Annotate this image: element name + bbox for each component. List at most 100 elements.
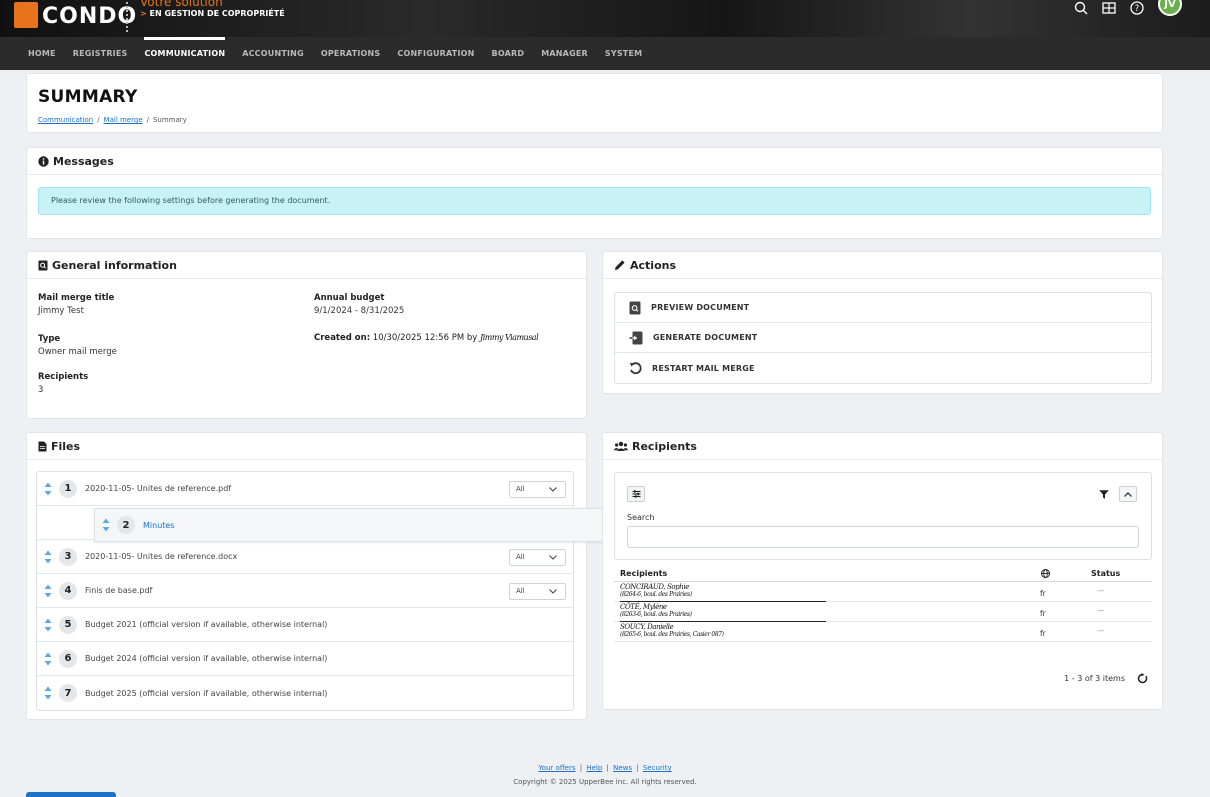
footer-link-offers[interactable]: Your offers bbox=[538, 764, 575, 772]
mail-merge-title-value: Jimmy Test bbox=[38, 306, 84, 316]
refresh-icon[interactable] bbox=[1137, 673, 1148, 684]
file-row[interactable]: 1 2020-11-05- Unites de reference.pdf Al… bbox=[37, 472, 573, 506]
app-logo[interactable]: CONDO bbox=[14, 0, 137, 29]
recipient-name: SOUCY, Danielle (8265-6, boul. des Prairi… bbox=[620, 623, 724, 638]
file-recipient-select[interactable]: All bbox=[509, 481, 566, 498]
file-name: Budget 2025 (official version if availab… bbox=[85, 688, 328, 698]
copyright: Copyright © 2025 UpperBee inc. All right… bbox=[513, 778, 697, 786]
breadcrumb: Communication / Mail merge / Summary bbox=[38, 116, 187, 124]
recipients-card: Recipients Search Recipients Status CONC… bbox=[602, 432, 1163, 710]
file-order-badge: 3 bbox=[59, 547, 77, 566]
recipients-block: Recipients 3 bbox=[38, 372, 88, 395]
globe-icon[interactable] bbox=[1041, 569, 1050, 578]
recipient-language: fr bbox=[1040, 629, 1046, 638]
file-order-badge: 7 bbox=[59, 684, 77, 702]
files-header: Files bbox=[27, 433, 586, 460]
chevron-down-icon bbox=[549, 589, 557, 594]
recipient-name: CONCIRAUD, Sophie (8264-6, boul. des Prai… bbox=[620, 583, 692, 598]
reorder-arrows-icon[interactable] bbox=[43, 652, 53, 666]
pencil-icon bbox=[615, 260, 625, 270]
type-value: Owner mail merge bbox=[38, 347, 117, 357]
nav-accounting[interactable]: ACCOUNTING bbox=[242, 37, 304, 70]
restart-icon bbox=[629, 361, 642, 374]
tagline: Votre solution > EN GESTION DE COPROPRIÉ… bbox=[140, 0, 285, 19]
footer-link-security[interactable]: Security bbox=[643, 764, 672, 772]
mail-merge-title-block: Mail merge title Jimmy Test bbox=[38, 293, 114, 316]
file-icon bbox=[38, 441, 47, 451]
bottom-corner-button[interactable] bbox=[26, 792, 116, 797]
files-list: 1 2020-11-05- Unites de reference.pdf Al… bbox=[36, 471, 574, 711]
footer: Your offers | Help | News | Security Cop… bbox=[0, 764, 1210, 786]
nav-configuration[interactable]: CONFIGURATION bbox=[397, 37, 474, 70]
footer-link-news[interactable]: News bbox=[613, 764, 632, 772]
filter-button[interactable] bbox=[1095, 486, 1113, 502]
collapse-filter-button[interactable] bbox=[1119, 486, 1137, 502]
search-icon[interactable] bbox=[1074, 1, 1088, 15]
logo-separator bbox=[126, 2, 128, 32]
file-recipient-select[interactable]: All bbox=[509, 549, 566, 566]
annual-budget-block: Annual budget 9/1/2024 - 8/31/2025 bbox=[314, 293, 404, 316]
file-name: 2020-11-05- Unites de reference.pdf bbox=[85, 484, 232, 493]
col-status[interactable]: Status bbox=[1091, 569, 1120, 578]
column-settings-button[interactable] bbox=[627, 486, 645, 502]
general-info-header: General information bbox=[27, 252, 586, 279]
preview-document-button[interactable]: PREVIEW DOCUMENT bbox=[615, 293, 1151, 323]
reorder-arrows-icon[interactable] bbox=[43, 550, 53, 564]
top-banner: CONDO Votre solution > EN GESTION DE COP… bbox=[0, 0, 1210, 37]
table-row[interactable]: SOUCY, Danielle (8265-6, boul. des Prairi… bbox=[614, 622, 1152, 642]
general-info-card: General information Mail merge title Jim… bbox=[26, 251, 587, 419]
chevron-down-icon bbox=[549, 487, 557, 492]
created-on-label: Created on: bbox=[314, 333, 371, 343]
help-icon[interactable]: ? bbox=[1130, 1, 1144, 15]
file-row[interactable]: 6 Budget 2024 (official version if avail… bbox=[37, 642, 573, 676]
file-row[interactable]: 7 Budget 2025 (official version if avail… bbox=[37, 676, 573, 710]
breadcrumb-mail-merge[interactable]: Mail merge bbox=[104, 116, 143, 124]
actions-header: Actions bbox=[603, 252, 1162, 279]
table-row[interactable]: CÔTÉ, Mylène (8263-6, boul. des Prairies)… bbox=[614, 602, 1152, 622]
nav-communication[interactable]: COMMUNICATION bbox=[144, 37, 225, 70]
created-on-block: Created on: 10/30/2025 12:56 PM by Jimmy… bbox=[314, 333, 539, 343]
type-label: Type bbox=[38, 334, 61, 344]
file-name: Budget 2024 (official version if availab… bbox=[85, 654, 328, 663]
recipients-table: Recipients Status CONCIRAUD, Sophie (8264… bbox=[614, 565, 1152, 642]
breadcrumb-current: Summary bbox=[152, 116, 187, 124]
col-recipients[interactable]: Recipients bbox=[620, 569, 667, 578]
recipients-header: Recipients bbox=[603, 433, 1162, 460]
nav-manager[interactable]: MANAGER bbox=[541, 37, 588, 70]
chevron-down-icon bbox=[549, 555, 557, 560]
file-row[interactable]: 3 2020-11-05- Unites de reference.docx A… bbox=[37, 540, 573, 574]
reorder-arrows-icon[interactable] bbox=[101, 518, 111, 532]
reorder-arrows-icon[interactable] bbox=[43, 482, 53, 496]
footer-links: Your offers | Help | News | Security bbox=[538, 764, 672, 772]
actions-card: Actions PREVIEW DOCUMENT GENERATE DOCUME… bbox=[602, 251, 1163, 394]
nav-registries[interactable]: REGISTRIES bbox=[73, 37, 128, 70]
nav-operations[interactable]: OPERATIONS bbox=[321, 37, 381, 70]
nav-home[interactable]: HOME bbox=[28, 37, 56, 70]
table-row[interactable]: CONCIRAUD, Sophie (8264-6, boul. des Prai… bbox=[614, 582, 1152, 602]
messages-header: Messages bbox=[27, 148, 1162, 175]
pager: 1 - 3 of 3 items bbox=[1064, 673, 1148, 684]
restart-mail-merge-button[interactable]: RESTART MAIL MERGE bbox=[615, 353, 1151, 383]
nav-board[interactable]: BOARD bbox=[492, 37, 525, 70]
file-row[interactable]: 4 Finis de base.pdf All bbox=[37, 574, 573, 608]
file-order-badge: 6 bbox=[59, 649, 77, 668]
dragging-file-row[interactable]: 2 Minutes bbox=[94, 508, 618, 542]
reorder-arrows-icon[interactable] bbox=[43, 686, 53, 700]
reorder-arrows-icon[interactable] bbox=[43, 618, 53, 632]
nav-system[interactable]: SYSTEM bbox=[605, 37, 642, 70]
footer-link-help[interactable]: Help bbox=[586, 764, 602, 772]
page-title: SUMMARY bbox=[38, 87, 138, 107]
recipients-search-input[interactable] bbox=[627, 526, 1139, 548]
recipient-status: — bbox=[1097, 626, 1105, 635]
recipients-label: Recipients bbox=[38, 372, 89, 382]
file-recipient-select[interactable]: All bbox=[509, 583, 566, 600]
generate-document-button[interactable]: GENERATE DOCUMENT bbox=[615, 323, 1151, 353]
user-avatar[interactable]: JV bbox=[1158, 0, 1182, 16]
actions-list: PREVIEW DOCUMENT GENERATE DOCUMENT RESTA… bbox=[614, 292, 1152, 384]
file-row[interactable]: 5 Budget 2021 (official version if avail… bbox=[37, 608, 573, 642]
generate-file-icon bbox=[629, 331, 643, 344]
reorder-arrows-icon[interactable] bbox=[43, 584, 53, 598]
breadcrumb-communication[interactable]: Communication bbox=[38, 116, 93, 124]
grid-icon[interactable] bbox=[1102, 2, 1116, 14]
title-card: SUMMARY Communication / Mail merge / Summary bbox=[26, 73, 1163, 133]
